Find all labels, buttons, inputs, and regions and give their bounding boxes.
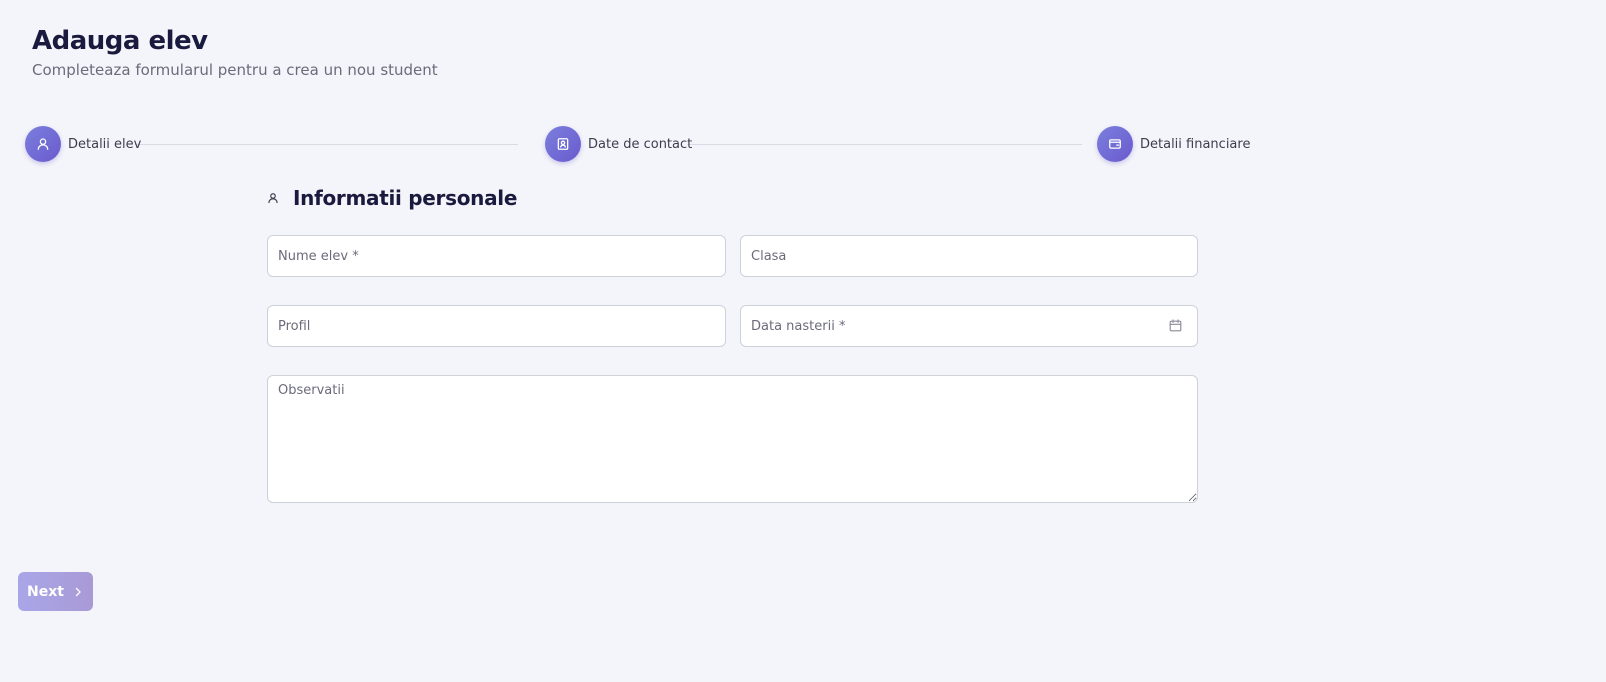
page-header: Adauga elev Completeaza formularul pentr…: [32, 24, 438, 80]
step-circle: [25, 126, 61, 162]
profil-input[interactable]: [267, 305, 726, 347]
chevron-right-icon: [72, 586, 84, 598]
step-connector: [687, 144, 1082, 145]
data-nasterii-field: [740, 305, 1198, 347]
user-outline-icon: [267, 192, 279, 204]
user-icon: [37, 138, 49, 150]
step-label: Detalii financiare: [1140, 136, 1251, 152]
next-button[interactable]: Next: [18, 572, 93, 611]
step-circle: [545, 126, 581, 162]
stepper: Detalii elev Date de contact Detalii fin…: [25, 126, 1250, 162]
observatii-textarea[interactable]: [267, 375, 1198, 503]
wallet-icon: [1109, 139, 1121, 149]
clasa-input[interactable]: [740, 235, 1198, 277]
step-label: Detalii elev: [68, 136, 142, 152]
step-date-de-contact[interactable]: Date de contact: [545, 126, 692, 162]
section-heading: Informatii personale: [267, 186, 517, 210]
data-nasterii-input[interactable]: [740, 305, 1198, 347]
calendar-icon[interactable]: [1168, 318, 1183, 333]
contact-book-icon: [557, 138, 569, 150]
step-label: Date de contact: [588, 136, 693, 152]
step-connector: [135, 144, 518, 145]
page-title: Adauga elev: [32, 26, 208, 56]
page-subtitle: Completeaza formularul pentru a crea un …: [32, 61, 438, 79]
next-button-label: Next: [27, 583, 64, 600]
section-title: Informatii personale: [293, 186, 518, 210]
step-circle: [1097, 126, 1133, 162]
step-detalii-financiare[interactable]: Detalii financiare: [1097, 126, 1250, 162]
step-detalii-elev[interactable]: Detalii elev: [25, 126, 141, 162]
nume-elev-input[interactable]: [267, 235, 726, 277]
